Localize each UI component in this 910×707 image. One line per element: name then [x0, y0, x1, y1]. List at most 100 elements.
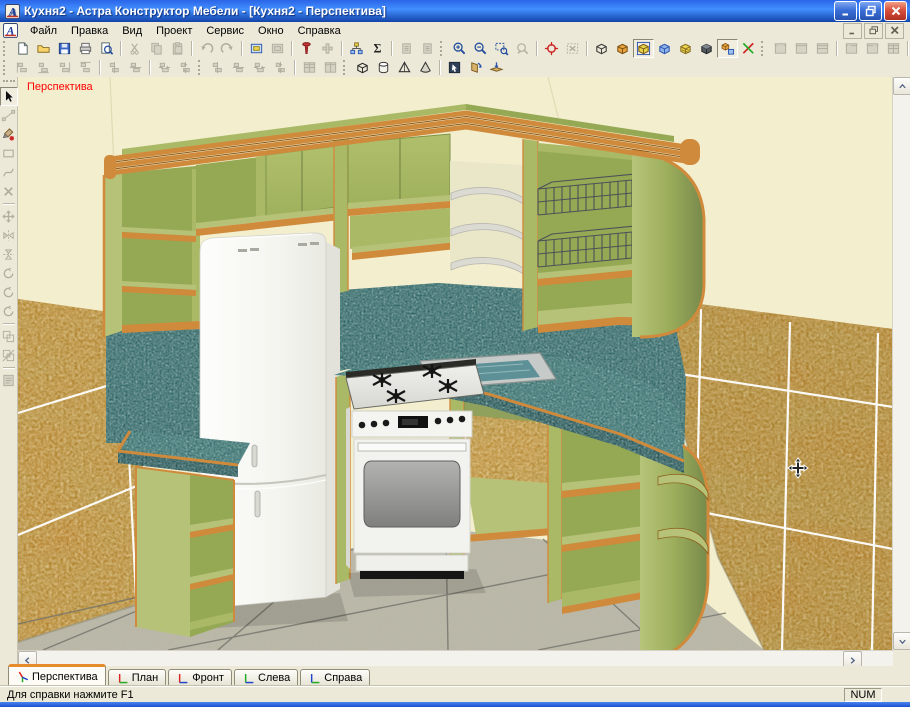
- oven-handle: [357, 442, 467, 452]
- toolbar-button-view-solid-edges[interactable]: [633, 39, 654, 58]
- toolbar-button-win-split-bottom: [791, 39, 812, 58]
- rmir1-icon: [3, 230, 14, 241]
- toolbar-button-size-equal-2: [320, 58, 341, 77]
- close-icon: [891, 6, 900, 16]
- menu-item-file[interactable]: Файл: [23, 24, 64, 38]
- toolbar-button-open[interactable]: [33, 39, 54, 58]
- title-bar[interactable]: A Кухня2 - Астра Конструктор Мебели - [К…: [0, 0, 910, 22]
- toolbar-grip[interactable]: [761, 41, 766, 56]
- close-button[interactable]: [884, 1, 907, 21]
- toolbar-button-zoom-window[interactable]: [491, 39, 512, 58]
- cubebox-icon: [636, 41, 651, 56]
- toolbar-grip[interactable]: [343, 60, 348, 75]
- toolbar-button-shape-box[interactable]: [352, 58, 373, 77]
- toolbar-grip[interactable]: [3, 60, 8, 75]
- toolbar-button-view-textured[interactable]: [675, 39, 696, 58]
- toolbar-button-paint-texture[interactable]: [0, 125, 18, 144]
- menu-item-help[interactable]: Справка: [291, 24, 348, 38]
- zwin-icon: [495, 42, 509, 56]
- toolbar-button-view-blue[interactable]: [654, 39, 675, 58]
- toolbar-separator: [341, 41, 343, 56]
- toolbar-button-zoom-in[interactable]: [449, 39, 470, 58]
- vscroll-track[interactable]: [893, 95, 910, 632]
- mdi-minimize-icon: [849, 32, 854, 35]
- al4-icon: [109, 61, 119, 74]
- tab-plan[interactable]: План: [107, 669, 167, 686]
- toolbar-button-view-axes[interactable]: [738, 39, 759, 58]
- hscroll-track[interactable]: [37, 651, 843, 667]
- toolbar-button-select[interactable]: [0, 87, 18, 106]
- doc2-icon: [423, 43, 432, 54]
- mdi-restore-button[interactable]: [864, 22, 883, 39]
- chevron-down-icon: [899, 639, 906, 644]
- tab-front[interactable]: Фронт: [168, 669, 232, 686]
- structure-icon: [350, 42, 363, 55]
- rarrow-icon: [5, 89, 14, 103]
- win4-icon: [866, 43, 879, 54]
- toolbar-button-calc-sum[interactable]: Σ: [367, 39, 388, 58]
- toolbar-button-save[interactable]: [54, 39, 75, 58]
- gas-stove[interactable]: [345, 359, 486, 597]
- toolbar-button-select-solid[interactable]: [444, 58, 465, 77]
- application-window: A Кухня2 - Астра Конструктор Мебели - [К…: [0, 0, 910, 707]
- perspective-axes-icon: [18, 671, 29, 683]
- toolbar-align-shapes: [0, 58, 910, 78]
- toolbar-button-view-solid[interactable]: [612, 39, 633, 58]
- scroll-up-button[interactable]: [893, 77, 910, 95]
- tab-perspective[interactable]: Перспектива: [8, 664, 106, 686]
- toolbar-button-zoom-out[interactable]: [470, 39, 491, 58]
- chevron-up-icon: [899, 83, 906, 88]
- toolbar-button-fit-height: [175, 58, 196, 77]
- tab-left-view[interactable]: Слева: [233, 669, 299, 686]
- toolbar-grip[interactable]: [2, 80, 15, 85]
- vertical-scrollbar[interactable]: [892, 77, 910, 650]
- toolbar-button-edit-material-2: [267, 39, 288, 58]
- toolbar-button-print[interactable]: [75, 39, 96, 58]
- cubepanel-icon: [721, 42, 735, 55]
- toolbar-button-fasteners[interactable]: [296, 39, 317, 58]
- toolbar-button-view-wireframe[interactable]: [591, 39, 612, 58]
- fitting-icon: [322, 43, 333, 54]
- minimize-button[interactable]: [834, 1, 857, 21]
- toolbar-button-new[interactable]: [12, 39, 33, 58]
- toolbar-button-center-view[interactable]: [541, 39, 562, 58]
- viewport-3d[interactable]: Перспектива: [18, 77, 893, 650]
- menu-item-window[interactable]: Окно: [251, 24, 291, 38]
- menu-item-project[interactable]: Проект: [149, 24, 199, 38]
- toolbar-grip[interactable]: [440, 41, 445, 56]
- menu-item-edit[interactable]: Правка: [64, 24, 115, 38]
- scene-3d-view[interactable]: [18, 77, 893, 650]
- menu-item-view[interactable]: Вид: [115, 24, 149, 38]
- toolbar-button-properties: [0, 371, 18, 390]
- toolbar-grip[interactable]: [3, 41, 8, 56]
- svg-text:Σ: Σ: [374, 42, 382, 56]
- mdi-close-icon: [890, 26, 899, 35]
- horizontal-scrollbar[interactable]: [18, 650, 893, 669]
- toolbar-button-structure[interactable]: [346, 39, 367, 58]
- mdi-minimize-button[interactable]: [843, 22, 862, 39]
- restore-button[interactable]: [859, 1, 882, 21]
- toolbar-button-shape-pyramid[interactable]: [394, 58, 415, 77]
- corner-shelves[interactable]: [450, 161, 526, 276]
- toolbar-button-edit-material[interactable]: [246, 39, 267, 58]
- tab-right-view[interactable]: Справа: [300, 669, 371, 686]
- menu-item-service[interactable]: Сервис: [199, 24, 251, 38]
- toolbar-button-shape-cone[interactable]: [415, 58, 436, 77]
- toolbar-button-shape-cylinder[interactable]: [373, 58, 394, 77]
- toolbar-button-print-preview[interactable]: [96, 39, 117, 58]
- scroll-down-button[interactable]: [893, 632, 910, 650]
- toolbar-button-rotate-part[interactable]: [465, 58, 486, 77]
- toolbar-button-report-b: [417, 39, 438, 58]
- fridge-handle-upper: [251, 444, 258, 468]
- axes-icon: [742, 42, 754, 54]
- toolbar-button-delete: [0, 182, 18, 201]
- toolbar-button-view-shaded[interactable]: [696, 39, 717, 58]
- toolbar-button-move-plane[interactable]: [486, 58, 507, 77]
- mdi-close-button[interactable]: [885, 22, 904, 39]
- toolbar-grip[interactable]: [198, 60, 203, 75]
- toolbar-button-view-panel[interactable]: [717, 39, 738, 58]
- al5-icon: [232, 62, 245, 73]
- scrollbar-corner: [893, 650, 910, 666]
- sbox-icon: [357, 62, 368, 74]
- al6-icon: [253, 62, 266, 73]
